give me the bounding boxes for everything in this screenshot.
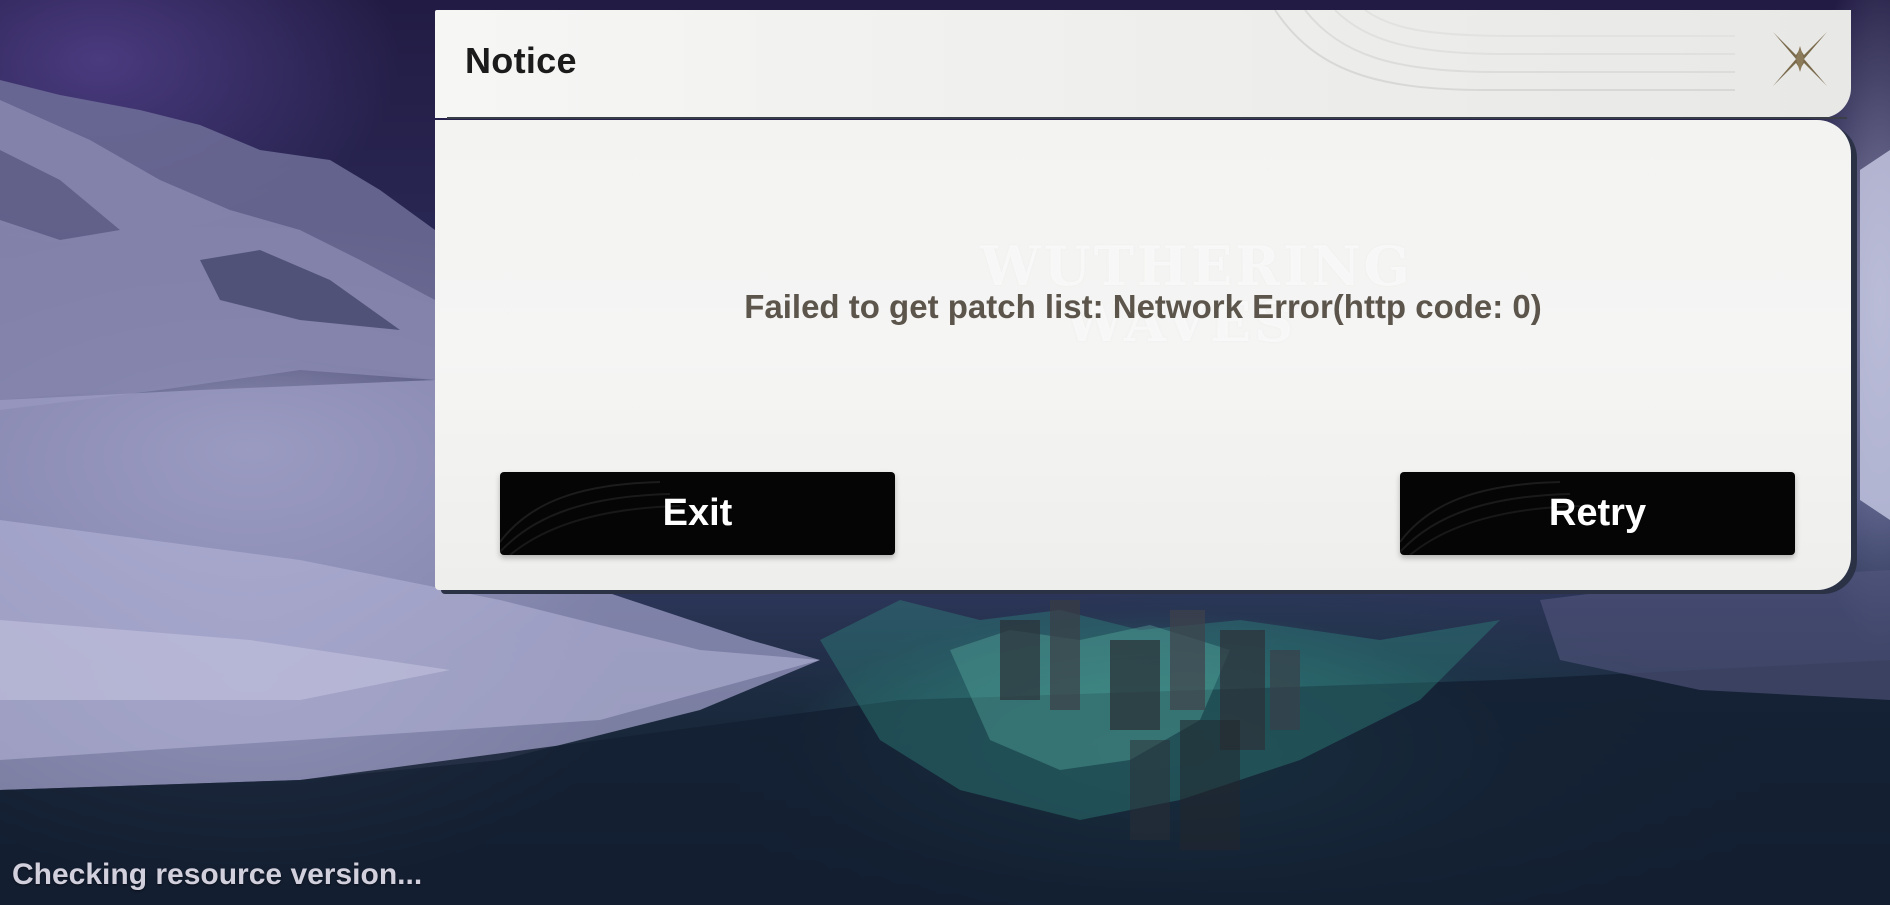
- dialog-body: WUTHERING WAVES Failed to get patch list…: [435, 120, 1851, 590]
- header-divider: [447, 117, 1847, 119]
- notice-dialog: Notice WUTHERING WAVES Failed to get pat…: [435, 10, 1859, 590]
- game-background: Notice WUTHERING WAVES Failed to get pat…: [0, 0, 1890, 905]
- exit-button[interactable]: Exit: [500, 472, 895, 555]
- dialog-title: Notice: [465, 40, 577, 81]
- close-x-icon: [1773, 32, 1827, 86]
- dialog-header: Notice: [435, 10, 1851, 118]
- error-message: Failed to get patch list: Network Error(…: [744, 288, 1542, 325]
- retry-button-label: Retry: [1548, 492, 1647, 534]
- close-button[interactable]: [1765, 24, 1835, 94]
- retry-button[interactable]: Retry: [1400, 472, 1795, 555]
- header-decoration: [1274, 10, 1735, 91]
- exit-button-label: Exit: [662, 492, 733, 534]
- loading-status-text: Checking resource version...: [12, 858, 423, 891]
